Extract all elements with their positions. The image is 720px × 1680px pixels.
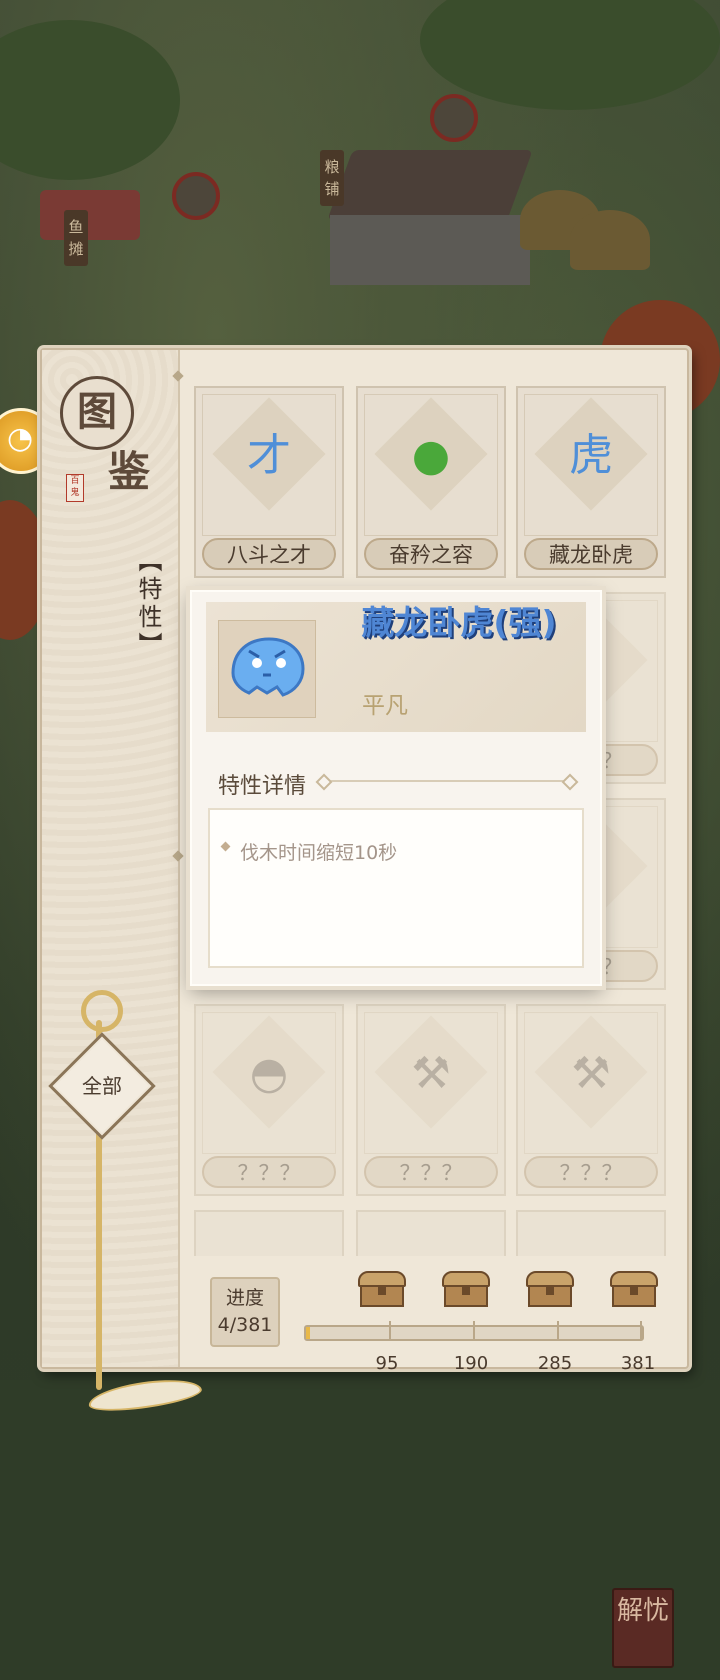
red-seal-stamp: 百鬼 [66, 474, 84, 502]
milestone-label: 381 [620, 1353, 656, 1374]
helmet-icon: ◓ [249, 1048, 289, 1099]
progress-value: 4/381 [217, 1314, 273, 1336]
menu-icon: ◔ [7, 421, 34, 456]
card-name: ？？？ [364, 1156, 498, 1188]
tiger-head-icon: 虎 [569, 430, 613, 481]
milestone-label: 95 [375, 1353, 399, 1374]
progress-fill [306, 1327, 310, 1339]
book-spine [172, 370, 184, 1332]
trait-card[interactable]: 虎藏龙卧虎 [516, 386, 666, 578]
popup-title: 藏龙卧虎(强) [361, 603, 557, 642]
card-name: ？？？ [524, 1156, 658, 1188]
tree [420, 0, 720, 110]
progress-tick [389, 1321, 391, 1339]
filter-all-knot[interactable]: 全部 [40, 990, 204, 1416]
green-figure-icon: ● [411, 430, 451, 481]
trait-card[interactable]: ◓ ？？？ [194, 1004, 344, 1196]
trait-detail-popup[interactable]: 藏龙卧虎(强) 平凡 特性详情 伐木时间缩短10秒 [190, 590, 602, 986]
progress-tick [473, 1321, 475, 1339]
trait-card[interactable]: 才八斗之才 [194, 386, 344, 578]
bullet-icon [220, 841, 231, 852]
popup-description-box: 伐木时间缩短10秒 [208, 808, 584, 968]
knot-ring [81, 990, 123, 1032]
progress-tick [640, 1321, 642, 1339]
trait-card[interactable]: ⚒ ？？？ [516, 1004, 666, 1196]
cai-character-icon: 才 [247, 430, 291, 481]
progress-track [304, 1321, 644, 1341]
trait-card[interactable] [516, 1210, 666, 1256]
popup-section-title: 特性详情 [218, 774, 307, 799]
trait-card[interactable]: ⚒ ？？？ [356, 1004, 506, 1196]
collection-progress: 进度 4/381 95 190 285 381 [176, 1271, 676, 1374]
building-roof [327, 150, 533, 220]
card-name: 八斗之才 [202, 538, 336, 570]
card-name: ？？？ [202, 1156, 336, 1188]
forbidden-sign-icon [430, 94, 478, 142]
popup-description: 伐木时间缩短10秒 [240, 842, 398, 864]
reward-chest-icon[interactable] [610, 1271, 658, 1309]
tab-traits[interactable]: 【特性】 [110, 548, 166, 660]
stall-roof [40, 190, 140, 240]
sign-fish-stall: 鱼摊 [64, 210, 88, 266]
reward-chest-icon[interactable] [358, 1271, 406, 1309]
trait-card[interactable] [194, 1210, 344, 1256]
progress-tick [557, 1321, 559, 1339]
filter-all-label: 全部 [82, 1074, 122, 1098]
axe-icon: ⚒ [571, 1048, 611, 1099]
reward-chest-icon[interactable] [526, 1271, 574, 1309]
milestone-label: 285 [537, 1353, 573, 1374]
hut [570, 210, 650, 270]
card-name: 藏龙卧虎 [524, 538, 658, 570]
axe-icon: ⚒ [411, 1048, 451, 1099]
trait-card[interactable]: ● 奋矜之容 [356, 386, 506, 578]
tiger-head-icon [218, 620, 316, 718]
codex-title: 鉴 [108, 447, 151, 496]
progress-label-box: 进度 4/381 [210, 1277, 280, 1347]
trait-card[interactable] [356, 1210, 506, 1256]
reward-chest-icon[interactable] [442, 1271, 490, 1309]
popup-rarity: 平凡 [362, 693, 408, 719]
tree [0, 20, 180, 180]
corner-jieyou-button[interactable]: 解忧 [612, 1588, 674, 1668]
card-name: 奋矜之容 [364, 538, 498, 570]
section-divider [315, 773, 579, 791]
forbidden-sign-icon [172, 172, 220, 220]
building-wall [330, 215, 530, 285]
progress-label: 进度 [225, 1287, 264, 1309]
sign-grain-shop: 粮铺 [320, 150, 344, 206]
milestone-label: 190 [453, 1353, 489, 1374]
